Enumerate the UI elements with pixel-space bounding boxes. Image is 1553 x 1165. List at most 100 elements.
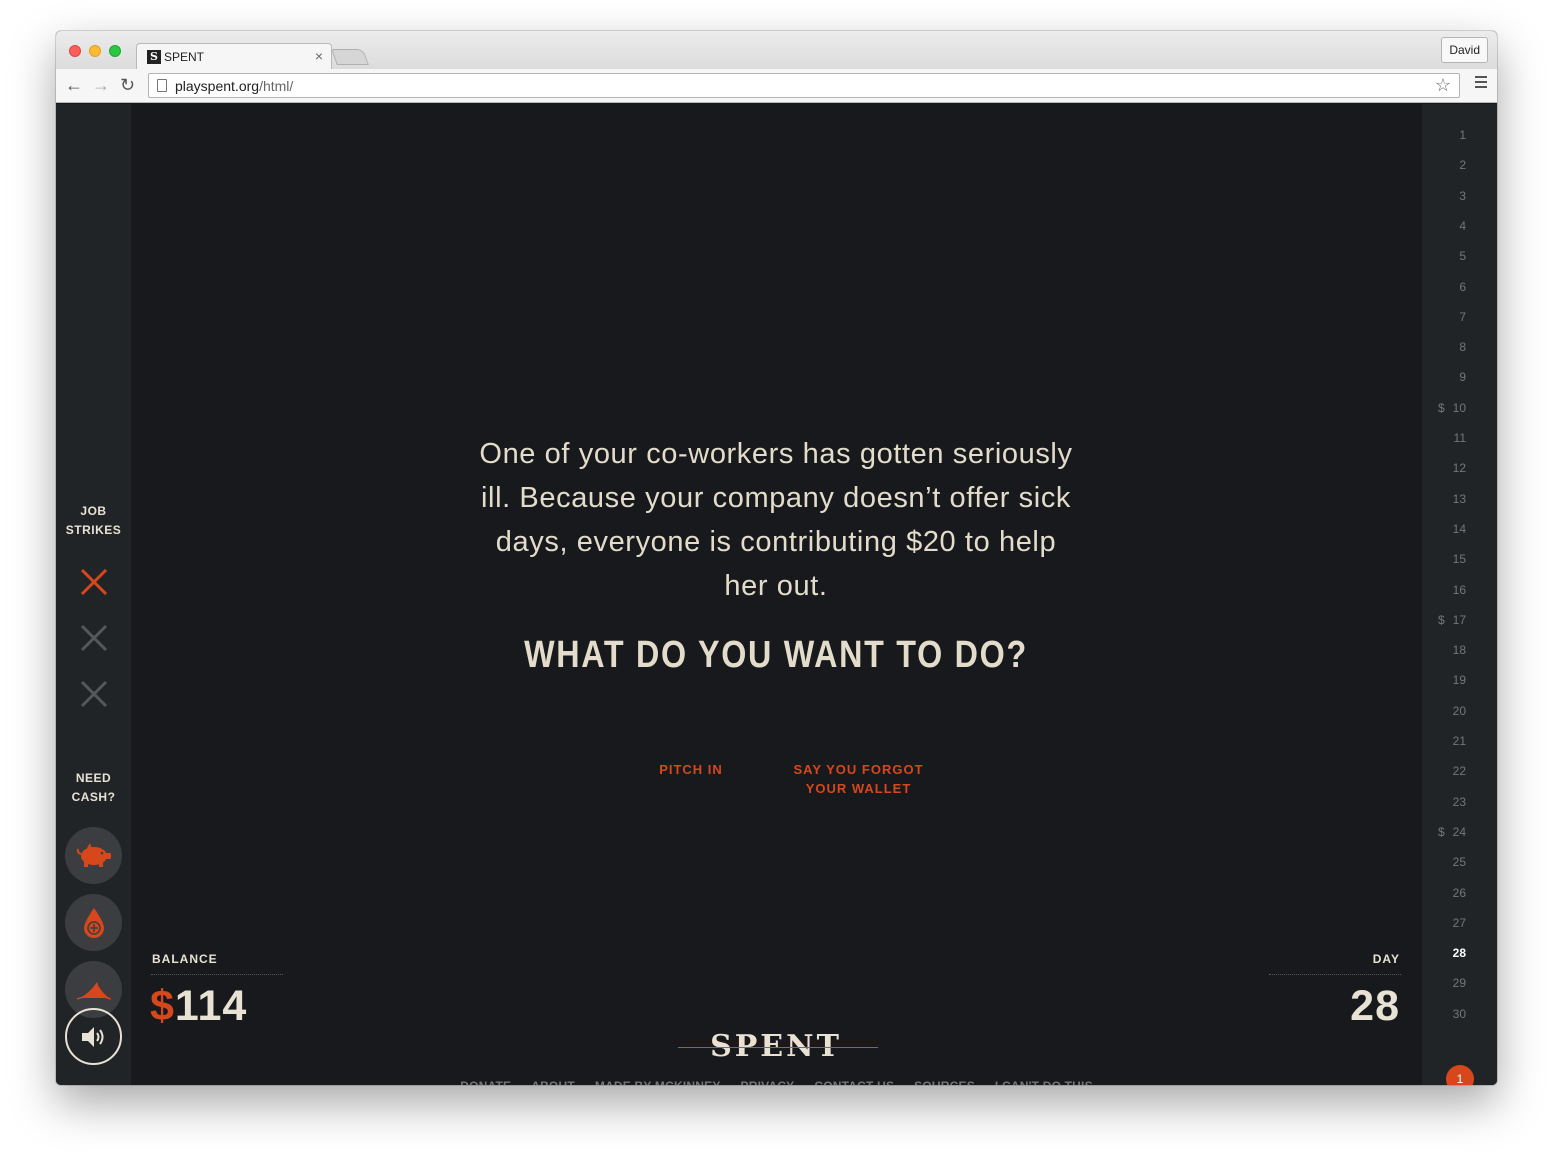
calendar-day-28: 28: [1422, 946, 1497, 960]
calendar-day-1: 1: [1422, 128, 1497, 142]
footer-link-sources[interactable]: SOURCES: [914, 1079, 975, 1085]
game-area: JOB STRIKES NEED CASH? One of your co-wo…: [56, 104, 1497, 1085]
star-icon[interactable]: ☆: [1435, 75, 1451, 96]
need-cash-label: NEED CASH?: [56, 769, 131, 807]
calendar-day-label: 1: [1459, 128, 1466, 142]
job-strikes-label: JOB STRIKES: [56, 502, 131, 540]
calendar-day-label: 4: [1459, 218, 1466, 233]
bill-due-marker: $: [1437, 400, 1445, 415]
calendar-day-7: 7: [1422, 310, 1497, 324]
currency-sign: $: [150, 982, 175, 1030]
story-text: One of your co-workers has gotten seriou…: [479, 438, 1073, 602]
calendar-day-18: 18: [1422, 643, 1497, 657]
profile-button[interactable]: David: [1441, 37, 1488, 63]
piggy-bank-button[interactable]: [65, 827, 122, 884]
choice-forgot-wallet-line1: SAY YOU FORGOT: [793, 762, 924, 777]
calendar-day-label: 16: [1452, 582, 1466, 597]
address-bar[interactable]: playspent.org/html/ ☆: [148, 73, 1460, 98]
job-strikes-label-line2: STRIKES: [65, 523, 122, 537]
minimize-window-button[interactable]: [89, 45, 101, 57]
calendar-day-8: 8: [1422, 340, 1497, 354]
blood-donation-button[interactable]: [65, 894, 122, 951]
calendar-day-15: 15: [1422, 552, 1497, 566]
browser-window: S SPENT × David ← → ↻ playspent.org/html…: [56, 31, 1497, 1085]
browser-toolbar: ← → ↻ playspent.org/html/ ☆: [56, 69, 1497, 103]
footer-link-contact-us[interactable]: CONTACT US: [814, 1079, 894, 1085]
calendar-day-16: 16: [1422, 583, 1497, 597]
calendar-day-label: 5: [1459, 249, 1466, 264]
url-host: playspent.org: [175, 78, 260, 94]
calendar-day-label: 17: [1452, 612, 1466, 627]
close-window-button[interactable]: [69, 45, 81, 57]
calendar-day-label: 27: [1452, 915, 1466, 930]
footer-link-made-by-mckinney[interactable]: MADE BY MCKINNEY: [595, 1079, 721, 1085]
tab-title: SPENT: [164, 50, 205, 64]
footer-link-about[interactable]: ABOUT: [531, 1079, 575, 1085]
footer-link-i-can-t-do-this[interactable]: I CAN'T DO THIS: [995, 1079, 1093, 1085]
url-path: /html/: [259, 78, 294, 94]
piggy-bank-icon: [76, 842, 111, 867]
day-calendar-rail: 1 1 2 3 4 5 6 7 8 9 $10 11 12 13 14 15 16 $17 18 19 20 21 22 2…: [1422, 104, 1497, 1085]
shark-fin-icon: [76, 981, 111, 1000]
page-icon: [157, 79, 167, 92]
footer-nav: DONATE ABOUT MADE BY MCKINNEY PRIVACY CONTAC…: [56, 1077, 1497, 1085]
browser-tab[interactable]: S SPENT ×: [136, 43, 332, 70]
new-tab-button[interactable]: [331, 49, 369, 65]
calendar-day-label: 23: [1452, 794, 1466, 809]
url-text[interactable]: playspent.org/html/: [175, 78, 293, 94]
menu-icon[interactable]: [1475, 76, 1487, 91]
left-rail: JOB STRIKES NEED CASH?: [56, 104, 131, 1085]
bill-due-marker: $: [1437, 824, 1445, 839]
need-cash-label-line1: NEED: [75, 771, 112, 785]
calendar-day-17: $17: [1422, 613, 1497, 627]
calendar-day-label: 14: [1452, 521, 1466, 536]
choice-pitch-in-label: PITCH IN: [659, 762, 723, 777]
calendar-day-label: 25: [1452, 855, 1466, 870]
calendar-day-label: 8: [1459, 340, 1466, 355]
notification-badge[interactable]: 1: [1446, 1065, 1474, 1085]
calendar-day-20: 20: [1422, 704, 1497, 718]
calendar-day-label: 11: [1453, 431, 1466, 445]
reload-icon[interactable]: ↻: [120, 74, 135, 96]
footer-link-donate[interactable]: DONATE: [460, 1079, 511, 1085]
footer-link-privacy[interactable]: PRIVACY: [741, 1079, 795, 1085]
calendar-day-22: 22: [1422, 764, 1497, 778]
strike-icon-1: [80, 568, 108, 596]
calendar-day-label: 24: [1452, 824, 1466, 839]
back-icon[interactable]: ←: [65, 74, 83, 96]
calendar-day-label: 28: [1452, 946, 1466, 961]
zoom-window-button[interactable]: [109, 45, 121, 57]
calendar-day-label: 29: [1452, 976, 1466, 991]
choice-forgot-wallet[interactable]: SAY YOU FORGOT YOUR WALLET: [791, 760, 926, 798]
calendar-day-23: 23: [1422, 795, 1497, 809]
calendar-day-14: 14: [1422, 522, 1497, 536]
calendar-day-label: 9: [1459, 370, 1466, 385]
question-heading: WHAT DO YOU WANT TO DO?: [524, 634, 1028, 676]
calendar-day-21: 21: [1422, 734, 1497, 748]
day-label: DAY: [1372, 952, 1400, 966]
calendar-day-2: 2: [1422, 158, 1497, 172]
tab-close-icon[interactable]: ×: [315, 48, 323, 64]
calendar-day-13: 13: [1422, 492, 1497, 506]
sound-toggle-button[interactable]: [65, 1008, 122, 1065]
speaker-icon: [81, 1026, 103, 1047]
calendar-day-19: 19: [1422, 673, 1497, 687]
title-bar: S SPENT × David: [56, 31, 1497, 70]
calendar-day-label: 15: [1452, 552, 1466, 567]
day-value: 28: [1350, 982, 1400, 1030]
calendar-day-9: 9: [1422, 370, 1497, 384]
calendar-day-5: 5: [1422, 249, 1497, 263]
bill-due-marker: $: [1437, 612, 1445, 627]
calendar-day-label: 3: [1459, 188, 1466, 203]
calendar-day-24: $24: [1422, 825, 1497, 839]
calendar-day-label: 20: [1452, 703, 1466, 718]
balance-label: BALANCE: [152, 952, 218, 966]
choice-pitch-in[interactable]: PITCH IN: [651, 760, 731, 779]
balance-divider: [151, 974, 283, 975]
calendar-day-6: 6: [1422, 280, 1497, 294]
need-cash-label-line2: CASH?: [71, 790, 116, 804]
choice-forgot-wallet-line2: YOUR WALLET: [805, 781, 912, 796]
forward-icon[interactable]: →: [92, 74, 110, 96]
calendar-day-25: 25: [1422, 855, 1497, 869]
calendar-day-4: 4: [1422, 219, 1497, 233]
